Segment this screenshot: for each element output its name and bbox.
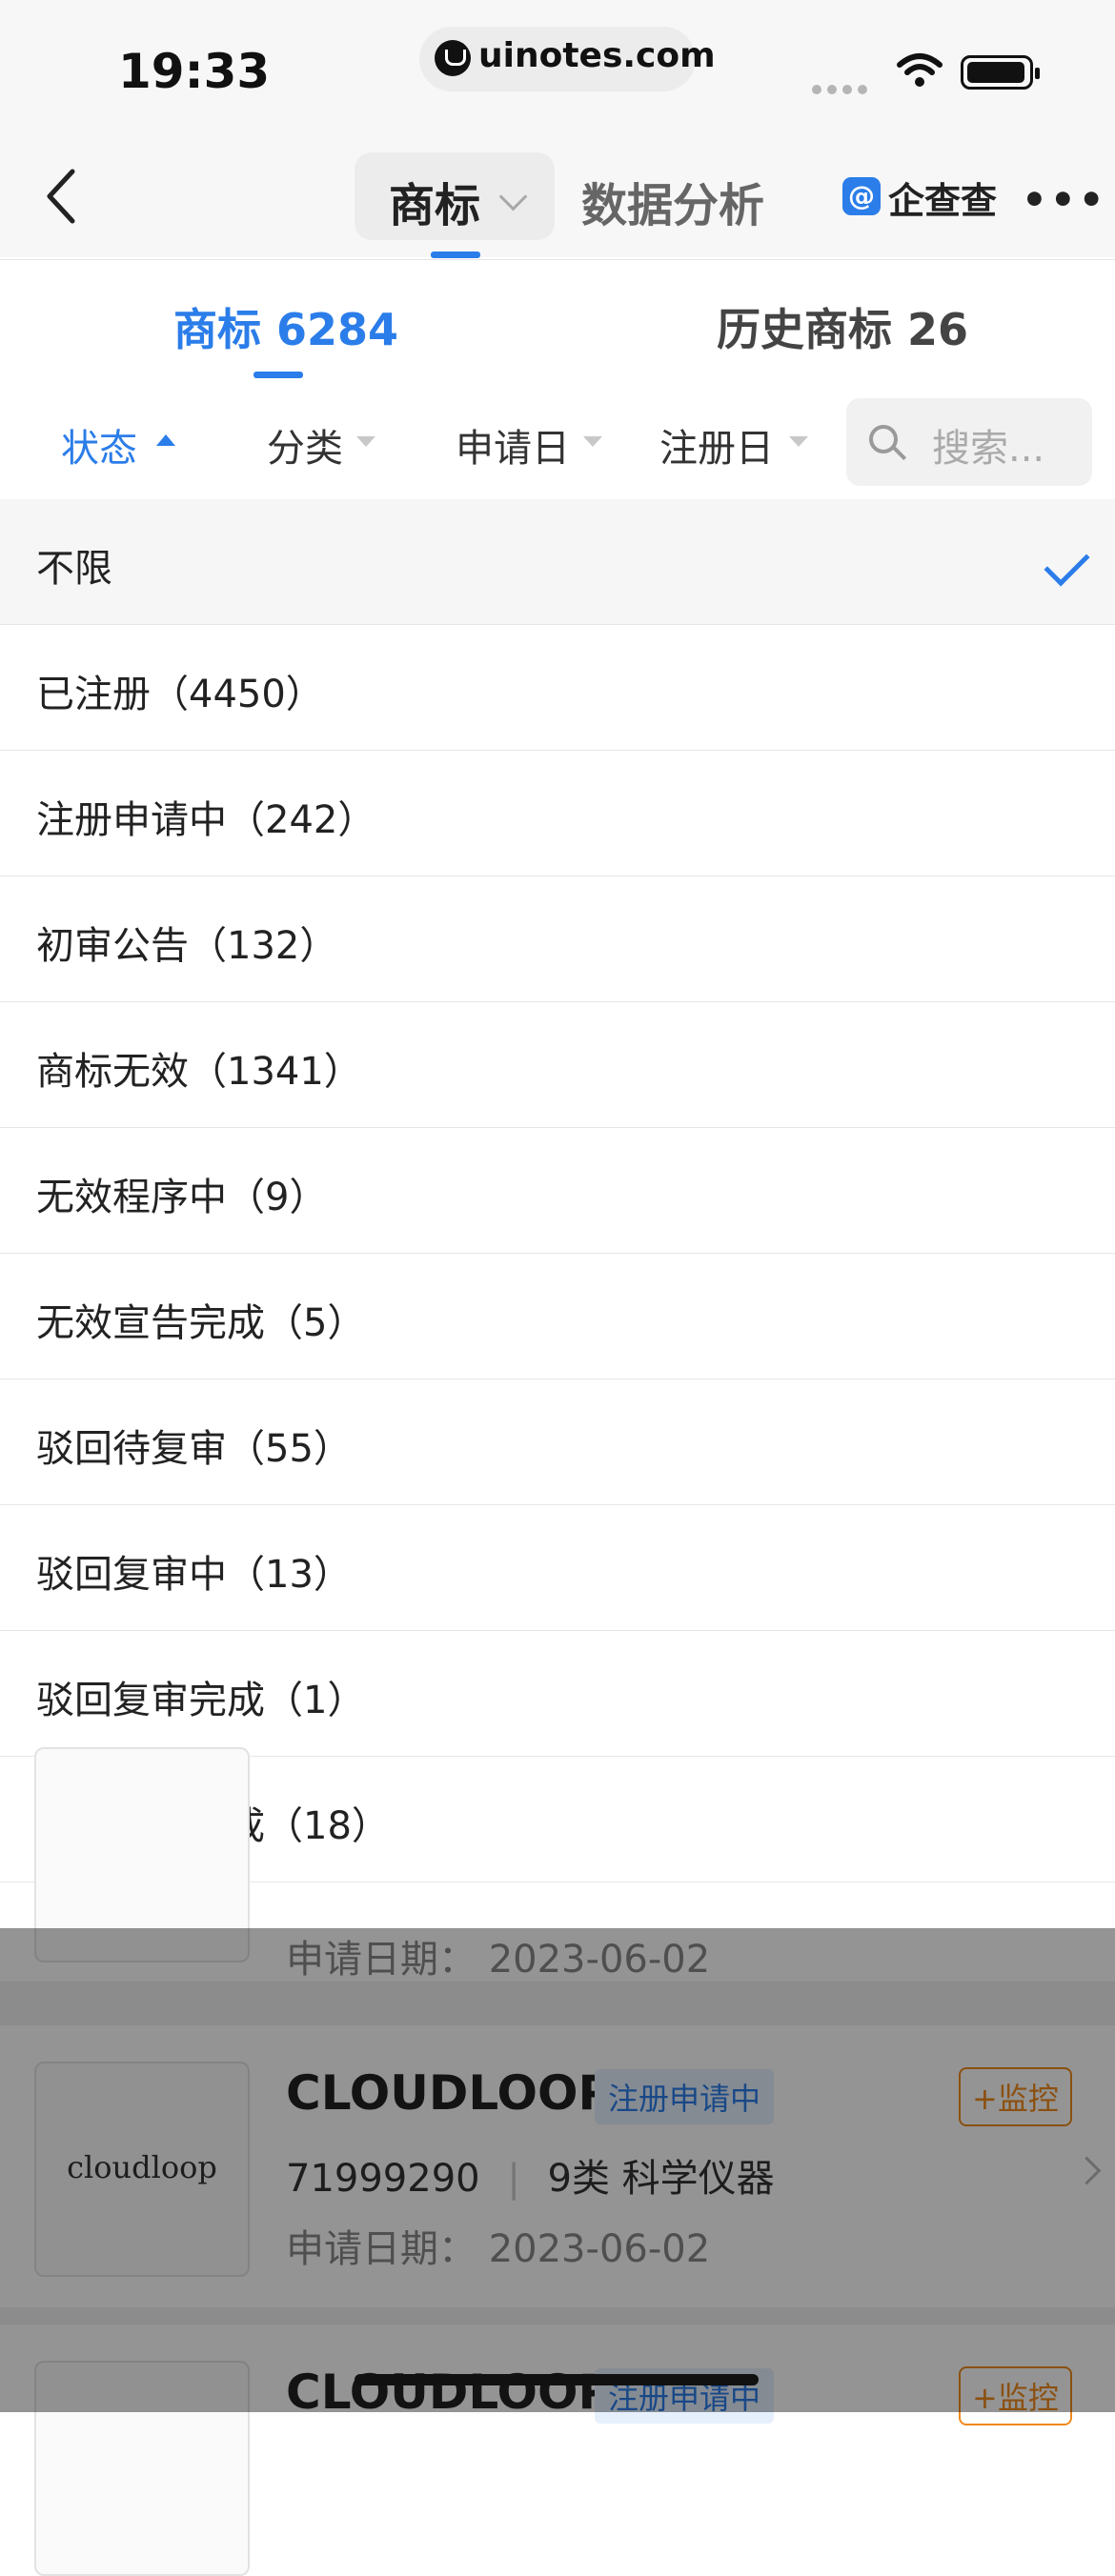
url-text: uinotes.com: [478, 36, 716, 75]
status-option[interactable]: 驳回待复审（55）: [0, 1379, 1115, 1505]
site-logo-icon: [435, 40, 471, 76]
caret-down-icon: [789, 436, 808, 447]
option-label: 初审公告（132）: [36, 924, 338, 968]
option-label: 已注册（4450）: [36, 673, 324, 716]
status-option-any[interactable]: 不限: [0, 499, 1115, 625]
status-option[interactable]: 初审公告（132）: [0, 876, 1115, 1002]
dim-overlay[interactable]: [0, 1928, 1115, 2412]
cellular-icon: [812, 80, 873, 98]
status-option[interactable]: 商标无效（1341）: [0, 1002, 1115, 1128]
option-label: 商标无效（1341）: [36, 1050, 362, 1094]
nav-tab-underline: [431, 252, 480, 258]
option-label: 不限: [36, 547, 112, 591]
tab-active-underline: [253, 372, 303, 378]
option-label: 驳回复审中（13）: [36, 1553, 352, 1597]
brand-name: 企查查: [888, 180, 998, 222]
status-option[interactable]: 已注册（4450）: [0, 625, 1115, 751]
status-option[interactable]: 注册申请中（242）: [0, 751, 1115, 876]
home-indicator: [355, 2374, 759, 2385]
brand-logo-icon: @: [842, 177, 881, 215]
option-label: 无效程序中（9）: [36, 1176, 328, 1219]
search-placeholder: 搜索...: [932, 427, 1045, 471]
status-dropdown: 不限 已注册（4450） 注册申请中（242） 初审公告（132） 商标无效（1…: [0, 499, 1115, 1928]
option-label: 驳回复审完成（1）: [36, 1679, 366, 1722]
check-icon: [1044, 540, 1090, 587]
more-icon[interactable]: •••: [1022, 180, 1107, 220]
tab-trademark-count[interactable]: 商标 6284: [173, 295, 398, 358]
nav-tab-analysis[interactable]: 数据分析: [581, 168, 764, 234]
option-label: 注册申请中（242）: [36, 798, 376, 842]
back-icon[interactable]: [42, 168, 80, 225]
option-label: 驳回待复审（55）: [36, 1427, 352, 1471]
tab-history-trademark[interactable]: 历史商标 26: [717, 295, 968, 358]
wifi-icon: [897, 53, 943, 87]
caret-down-icon: [356, 436, 375, 447]
filter-register-date[interactable]: 注册日: [659, 417, 774, 473]
status-option[interactable]: 驳回复审完成（1）: [0, 1631, 1115, 1757]
caret-down-icon: [583, 436, 602, 447]
filter-apply-date[interactable]: 申请日: [456, 417, 570, 473]
option-label: 无效宣告完成（5）: [36, 1301, 366, 1345]
battery-icon: [961, 55, 1040, 90]
status-option[interactable]: 无效程序中（9）: [0, 1128, 1115, 1254]
filter-status[interactable]: 状态: [61, 417, 137, 473]
status-option[interactable]: 无效宣告完成（5）: [0, 1254, 1115, 1379]
status-time: 19:33: [118, 44, 271, 99]
nav-tab-trademark[interactable]: 商标: [389, 168, 480, 234]
status-option[interactable]: 驳回复审中（13）: [0, 1505, 1115, 1631]
caret-up-icon: [156, 434, 175, 446]
filter-category[interactable]: 分类: [267, 417, 343, 473]
